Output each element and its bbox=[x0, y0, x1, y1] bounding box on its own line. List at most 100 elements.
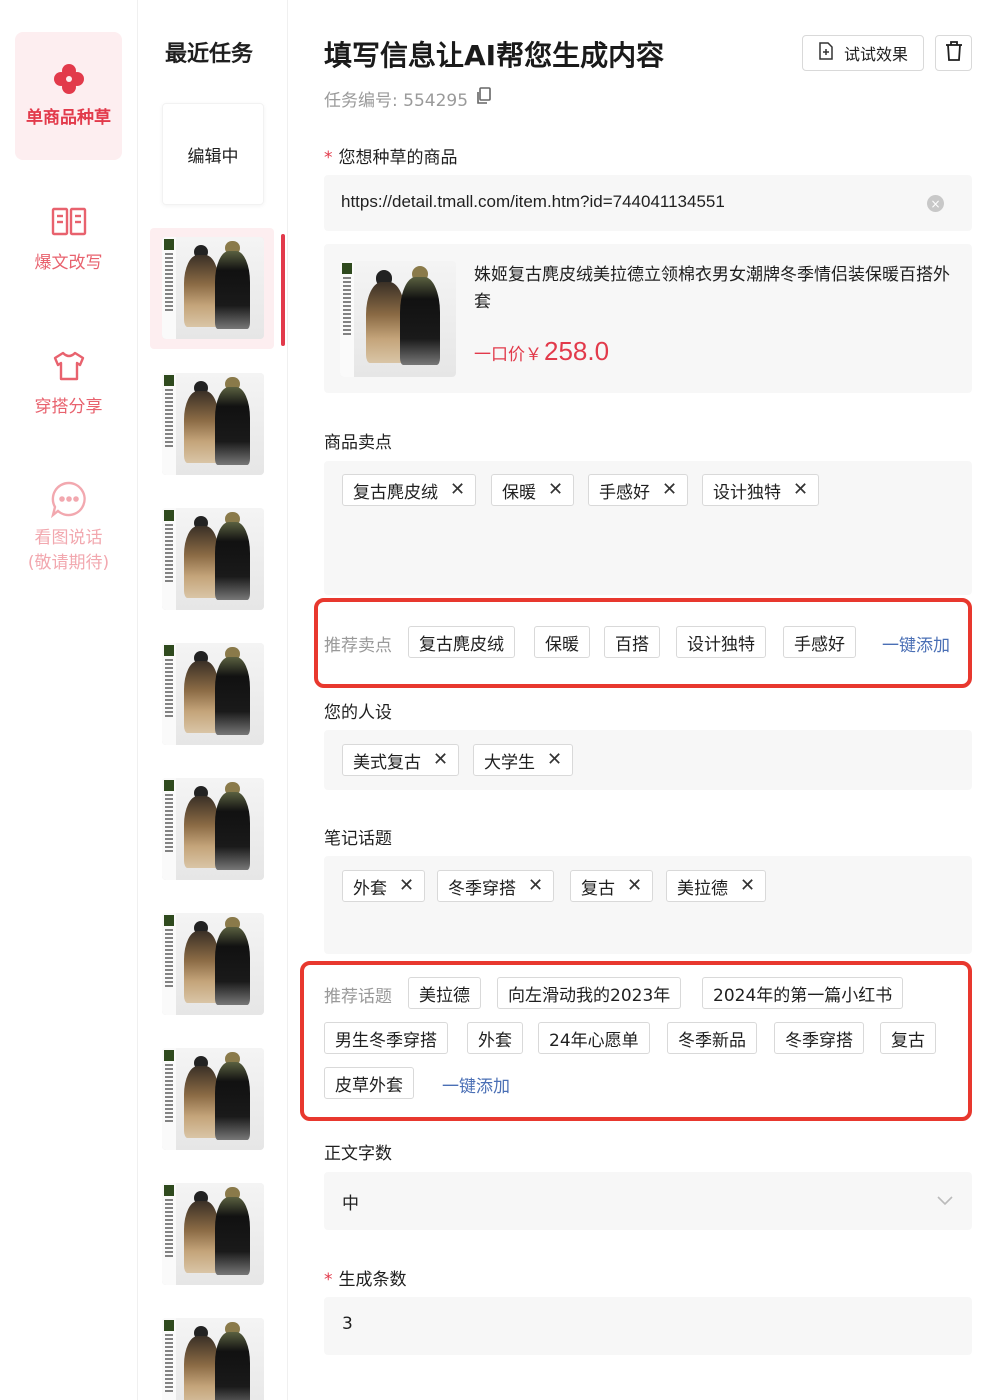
delete-button[interactable] bbox=[935, 35, 972, 71]
copy-icon[interactable] bbox=[476, 87, 492, 110]
recommended-topic-tag[interactable]: 皮草外套 bbox=[324, 1067, 414, 1099]
active-task-indicator bbox=[281, 234, 285, 346]
selling-points-label: 商品卖点 bbox=[324, 433, 392, 453]
product-label-text: 您想种草的商品 bbox=[338, 148, 458, 168]
recommended-topic-tag-text: 向左滑动我的2023年 bbox=[508, 985, 671, 1006]
selling-point-tag-text: 设计独特 bbox=[713, 482, 781, 503]
recommended-topic-tag-text: 皮草外套 bbox=[335, 1075, 403, 1096]
persona-label: 您的人设 bbox=[324, 703, 392, 723]
recommended-selling-point-tag[interactable]: 复古麂皮绒 bbox=[408, 626, 515, 658]
task-thumbnail[interactable] bbox=[162, 778, 264, 880]
product-price: 一口价￥ 258.0 bbox=[474, 336, 609, 367]
selling-point-tag[interactable]: 手感好 ✕ bbox=[588, 474, 689, 506]
nav-item-rewrite[interactable]: 爆文改写 bbox=[15, 200, 122, 328]
remove-tag-icon[interactable]: ✕ bbox=[399, 877, 414, 895]
persona-tag[interactable]: 大学生 ✕ bbox=[473, 744, 574, 776]
nav-label-sub: (敬请期待) bbox=[27, 553, 110, 573]
task-thumbnail[interactable] bbox=[162, 1183, 264, 1285]
task-thumbnail[interactable] bbox=[162, 913, 264, 1015]
recommended-topic-tag[interactable]: 外套 bbox=[467, 1022, 523, 1054]
topic-tag-text: 外套 bbox=[353, 878, 387, 899]
recommended-topic-tag[interactable]: 男生冬季穿搭 bbox=[324, 1022, 448, 1054]
count-value: 3 bbox=[342, 1314, 353, 1334]
remove-tag-icon[interactable]: ✕ bbox=[627, 877, 642, 895]
try-effect-label: 试试效果 bbox=[843, 45, 908, 64]
remove-tag-icon[interactable]: ✕ bbox=[793, 481, 808, 499]
recommended-topic-tag-text: 男生冬季穿搭 bbox=[335, 1030, 437, 1051]
remove-tag-icon[interactable]: ✕ bbox=[450, 481, 465, 499]
remove-tag-icon[interactable]: ✕ bbox=[433, 751, 448, 769]
topic-tag-text: 冬季穿搭 bbox=[448, 878, 516, 899]
recommended-topic-tag[interactable]: 24年心愿单 bbox=[538, 1022, 650, 1054]
persona-tag-text: 大学生 bbox=[484, 752, 535, 773]
recommended-selling-point-tag-text: 手感好 bbox=[794, 634, 845, 655]
recommended-topic-tag[interactable]: 冬季新品 bbox=[667, 1022, 757, 1054]
count-input[interactable]: 3 bbox=[324, 1297, 972, 1355]
recommended-selling-point-tag[interactable]: 手感好 bbox=[783, 626, 856, 658]
word-count-select[interactable]: 中 bbox=[324, 1172, 972, 1230]
selling-point-tag[interactable]: 设计独特 ✕ bbox=[702, 474, 820, 506]
chevron-down-icon bbox=[936, 1192, 954, 1211]
recommended-topic-tag-text: 2024年的第一篇小红书 bbox=[713, 985, 893, 1006]
nav-label: 穿搭分享 bbox=[34, 397, 103, 417]
nav-item-picture-talk: 看图说话 (敬请期待) bbox=[15, 478, 122, 606]
rec-topics-label: 推荐话题 bbox=[324, 987, 392, 1007]
product-url-input[interactable]: https://detail.tmall.com/item.htm?id=744… bbox=[324, 175, 972, 231]
count-label-text: 生成条数 bbox=[338, 1270, 407, 1290]
recommended-selling-point-tag-text: 设计独特 bbox=[687, 634, 755, 655]
add-all-topics-link[interactable]: 一键添加 bbox=[442, 1072, 510, 1097]
recent-tasks-panel: 最近任务 编辑中 bbox=[138, 0, 288, 1400]
recommended-selling-point-tag[interactable]: 保暖 bbox=[534, 626, 590, 658]
rec-selling-points-label: 推荐卖点 bbox=[324, 636, 392, 656]
recommended-topic-tag-text: 外套 bbox=[478, 1030, 512, 1051]
task-draft[interactable]: 编辑中 bbox=[162, 103, 264, 205]
word-count-label: 正文字数 bbox=[324, 1144, 392, 1164]
nav-label: 看图说话 bbox=[34, 528, 103, 548]
remove-tag-icon[interactable]: ✕ bbox=[662, 481, 677, 499]
shirt-icon bbox=[15, 350, 122, 382]
price-label: 一口价￥ bbox=[474, 345, 542, 365]
recommended-topic-tag[interactable]: 向左滑动我的2023年 bbox=[497, 977, 682, 1009]
task-number-text: 任务编号: 554295 bbox=[324, 91, 469, 111]
recommended-topic-tag[interactable]: 冬季穿搭 bbox=[774, 1022, 864, 1054]
topic-tag[interactable]: 复古 ✕ bbox=[570, 870, 654, 902]
nav-label: 爆文改写 bbox=[34, 253, 103, 273]
add-all-selling-points-link[interactable]: 一键添加 bbox=[882, 631, 950, 656]
topic-tag[interactable]: 美拉德 ✕ bbox=[666, 870, 767, 902]
topic-tag-text: 复古 bbox=[581, 878, 615, 899]
task-thumbnail[interactable] bbox=[162, 1048, 264, 1150]
clear-icon[interactable]: × bbox=[927, 195, 944, 212]
nav-item-single-product[interactable]: 单商品种草 bbox=[15, 32, 122, 160]
recommended-topic-tag[interactable]: 复古 bbox=[880, 1022, 936, 1054]
topic-tag[interactable]: 冬季穿搭 ✕ bbox=[437, 870, 555, 902]
topic-tag[interactable]: 外套 ✕ bbox=[342, 870, 426, 902]
selling-point-tag[interactable]: 复古麂皮绒 ✕ bbox=[342, 474, 477, 506]
recommended-topic-tag-text: 冬季新品 bbox=[678, 1030, 746, 1051]
document-icon bbox=[818, 42, 834, 64]
recommended-topic-tag[interactable]: 美拉德 bbox=[408, 977, 481, 1009]
selling-point-tag[interactable]: 保暖 ✕ bbox=[491, 474, 575, 506]
task-thumbnail[interactable] bbox=[162, 373, 264, 475]
task-thumbnail[interactable] bbox=[162, 643, 264, 745]
try-effect-button[interactable]: 试试效果 bbox=[802, 35, 924, 71]
recommended-selling-point-tag[interactable]: 百搭 bbox=[604, 626, 660, 658]
clover-icon bbox=[15, 62, 122, 96]
recommended-topic-tag-text: 冬季穿搭 bbox=[785, 1030, 853, 1051]
recommended-topic-tag[interactable]: 2024年的第一篇小红书 bbox=[702, 977, 904, 1009]
persona-tag[interactable]: 美式复古 ✕ bbox=[342, 744, 460, 776]
task-thumbnail[interactable] bbox=[162, 508, 264, 610]
remove-tag-icon[interactable]: ✕ bbox=[740, 877, 755, 895]
persona-tag-text: 美式复古 bbox=[353, 752, 421, 773]
remove-tag-icon[interactable]: ✕ bbox=[548, 481, 563, 499]
recommended-topic-tag-text: 24年心愿单 bbox=[549, 1030, 639, 1051]
side-nav: 单商品种草 爆文改写 穿搭分享 看图说话 (敬请期待) bbox=[0, 0, 138, 1400]
remove-tag-icon[interactable]: ✕ bbox=[528, 877, 543, 895]
nav-item-outfit[interactable]: 穿搭分享 bbox=[15, 348, 122, 476]
task-thumbnail[interactable] bbox=[162, 237, 264, 339]
task-thumbnail[interactable] bbox=[162, 1318, 264, 1400]
recommended-selling-point-tag[interactable]: 设计独特 bbox=[676, 626, 766, 658]
main-form: 填写信息让AI帮您生成内容 任务编号: 554295 试试效果 * 您想种草的商品… bbox=[288, 0, 1008, 1400]
recommended-topic-tag-text: 美拉德 bbox=[419, 985, 470, 1006]
product-url-value: https://detail.tmall.com/item.htm?id=744… bbox=[341, 192, 725, 211]
remove-tag-icon[interactable]: ✕ bbox=[547, 751, 562, 769]
